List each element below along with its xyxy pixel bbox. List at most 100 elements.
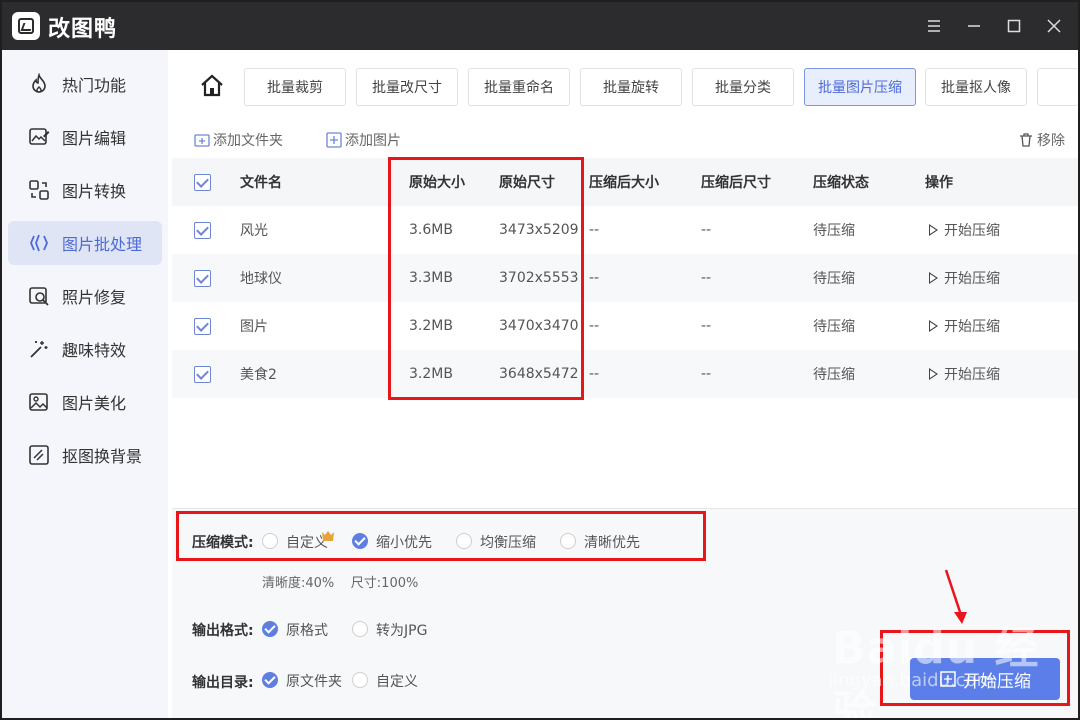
title-bar: 改图鸭 bbox=[2, 2, 1078, 50]
sidebar-item-fun-effects[interactable]: 趣味特效 bbox=[8, 327, 162, 371]
radio-to-jpg-label: 转为JPG bbox=[376, 623, 428, 639]
sidebar-item-image-edit[interactable]: 图片编辑 bbox=[8, 115, 162, 159]
compress-detail: 清晰度:40% 尺寸:100% bbox=[262, 576, 419, 591]
magic-wand-icon bbox=[28, 338, 50, 360]
header-compressed-size: 压缩后大小 bbox=[589, 175, 659, 191]
row-start-compress-button[interactable]: 开始压缩 bbox=[929, 302, 1000, 350]
row-original-dims: 3702x5553 bbox=[499, 270, 579, 286]
sidebar-item-photo-repair[interactable]: 照片修复 bbox=[8, 274, 162, 318]
maximize-icon[interactable] bbox=[1000, 12, 1028, 40]
tab-batch-rotate[interactable]: 批量旋转 bbox=[580, 68, 682, 106]
file-actions: 添加文件夹 添加图片 移除 bbox=[168, 126, 1078, 156]
image-edit-icon bbox=[28, 126, 50, 148]
radio-custom-folder[interactable] bbox=[352, 672, 368, 688]
radio-clarity-first[interactable] bbox=[560, 533, 576, 549]
sidebar-item-label: 图片美化 bbox=[62, 394, 127, 413]
table-row[interactable]: 美食2 3.2MB 3648x5472 -- -- 待压缩 开始压缩 bbox=[172, 350, 1078, 398]
tab-batch-classify[interactable]: 批量分类 bbox=[692, 68, 794, 106]
tab-batch-crop[interactable]: 批量裁剪 bbox=[244, 68, 346, 106]
sidebar-item-cutout[interactable]: 抠图换背景 bbox=[8, 433, 162, 477]
radio-to-jpg[interactable] bbox=[352, 621, 368, 637]
row-start-compress-button[interactable]: 开始压缩 bbox=[929, 206, 1000, 254]
batch-icon bbox=[28, 232, 50, 254]
radio-balanced[interactable] bbox=[456, 533, 472, 549]
minimize-icon[interactable] bbox=[960, 12, 988, 40]
row-original-dims: 3473x5209 bbox=[499, 222, 579, 238]
row-status: 待压缩 bbox=[813, 223, 855, 239]
sidebar-item-label: 图片批处理 bbox=[62, 235, 143, 254]
radio-custom-folder-label: 自定义 bbox=[376, 674, 418, 690]
sidebar-item-convert[interactable]: 图片转换 bbox=[8, 168, 162, 212]
sidebar-item-batch[interactable]: 图片批处理 bbox=[8, 221, 162, 265]
sidebar-item-label: 图片编辑 bbox=[62, 129, 127, 148]
output-format-label: 输出格式: bbox=[192, 623, 254, 639]
row-compressed-dims: -- bbox=[701, 270, 712, 286]
header-compressed-dims: 压缩后尺寸 bbox=[701, 175, 771, 191]
radio-shrink-first-label: 缩小优先 bbox=[376, 535, 432, 551]
sidebar-item-beautify[interactable]: 图片美化 bbox=[8, 380, 162, 424]
row-start-compress-button[interactable]: 开始压缩 bbox=[929, 350, 1000, 398]
row-original-size: 3.2MB bbox=[409, 366, 453, 382]
table-row[interactable]: 图片 3.2MB 3470x3470 -- -- 待压缩 开始压缩 bbox=[172, 302, 1078, 350]
sidebar-item-label: 热门功能 bbox=[62, 76, 127, 95]
sidebar-item-label: 图片转换 bbox=[62, 182, 127, 201]
row-checkbox[interactable] bbox=[194, 222, 211, 239]
row-compressed-size: -- bbox=[589, 318, 600, 334]
tab-batch-compress[interactable]: 批量图片压缩 bbox=[804, 68, 916, 106]
radio-original-folder-label: 原文件夹 bbox=[286, 674, 342, 690]
select-all-checkbox[interactable] bbox=[194, 174, 211, 191]
row-checkbox[interactable] bbox=[194, 270, 211, 287]
row-compressed-dims: -- bbox=[701, 222, 712, 238]
sidebar-item-label: 趣味特效 bbox=[62, 341, 127, 360]
row-start-compress-button[interactable]: 开始压缩 bbox=[929, 254, 1000, 302]
close-icon[interactable] bbox=[1040, 12, 1068, 40]
add-folder-icon bbox=[194, 134, 210, 147]
image-beautify-icon bbox=[28, 391, 50, 413]
app-logo-icon bbox=[12, 12, 40, 40]
header-original-size: 原始大小 bbox=[409, 175, 465, 191]
trash-icon bbox=[1020, 133, 1032, 147]
radio-original-folder[interactable] bbox=[262, 672, 278, 688]
header-filename: 文件名 bbox=[240, 175, 282, 191]
row-original-dims: 3648x5472 bbox=[499, 366, 579, 382]
watermark-logo: Baidu 经验 bbox=[832, 623, 1040, 718]
header-status: 压缩状态 bbox=[813, 175, 869, 191]
vip-crown-icon bbox=[322, 526, 334, 541]
play-icon bbox=[929, 368, 938, 380]
radio-original-format-label: 原格式 bbox=[286, 623, 328, 639]
row-original-size: 3.3MB bbox=[409, 270, 453, 286]
remove-button[interactable]: 移除 bbox=[1018, 130, 1065, 150]
radio-balanced-label: 均衡压缩 bbox=[480, 535, 536, 551]
cutout-icon bbox=[28, 444, 50, 466]
row-filename: 地球仪 bbox=[240, 271, 282, 287]
radio-original-format[interactable] bbox=[262, 621, 278, 637]
radio-shrink-first[interactable] bbox=[352, 533, 368, 549]
row-filename: 风光 bbox=[240, 223, 268, 239]
watermark-url: jingyan.baidu.com bbox=[828, 670, 995, 691]
output-dir-label: 输出目录: bbox=[192, 675, 254, 691]
row-compressed-dims: -- bbox=[701, 366, 712, 382]
header-operation: 操作 bbox=[925, 175, 953, 191]
sidebar-item-hot[interactable]: 热门功能 bbox=[8, 62, 162, 106]
play-icon bbox=[929, 224, 938, 236]
tab-batch-resize[interactable]: 批量改尺寸 bbox=[356, 68, 458, 106]
row-checkbox[interactable] bbox=[194, 318, 211, 335]
row-filename: 美食2 bbox=[240, 367, 277, 383]
tab-more[interactable] bbox=[1037, 68, 1078, 106]
table-row[interactable]: 风光 3.6MB 3473x5209 -- -- 待压缩 开始压缩 bbox=[172, 206, 1078, 254]
header-original-dims: 原始尺寸 bbox=[499, 175, 555, 191]
add-folder-button[interactable]: 添加文件夹 bbox=[194, 130, 283, 150]
row-compressed-size: -- bbox=[589, 222, 600, 238]
tab-batch-portrait-cutout[interactable]: 批量抠人像 bbox=[925, 68, 1027, 106]
home-icon[interactable] bbox=[198, 72, 226, 100]
tab-batch-rename[interactable]: 批量重命名 bbox=[468, 68, 570, 106]
app-title: 改图鸭 bbox=[48, 17, 118, 42]
sidebar: 热门功能 图片编辑 图片转换 图片批处理 照片修复 趣味特效 图片美化 抠图换背… bbox=[2, 50, 168, 718]
radio-custom[interactable] bbox=[262, 533, 278, 549]
menu-icon[interactable] bbox=[920, 12, 948, 40]
add-image-button[interactable]: 添加图片 bbox=[326, 130, 401, 150]
table-header: 文件名 原始大小 原始尺寸 压缩后大小 压缩后尺寸 压缩状态 操作 bbox=[172, 158, 1078, 206]
app-window: 改图鸭 热门功能 图片编辑 图片转换 图片批处理 照片修复 趣味特效 图片美化 … bbox=[2, 2, 1078, 718]
table-row[interactable]: 地球仪 3.3MB 3702x5553 -- -- 待压缩 开始压缩 bbox=[172, 254, 1078, 302]
row-checkbox[interactable] bbox=[194, 366, 211, 383]
